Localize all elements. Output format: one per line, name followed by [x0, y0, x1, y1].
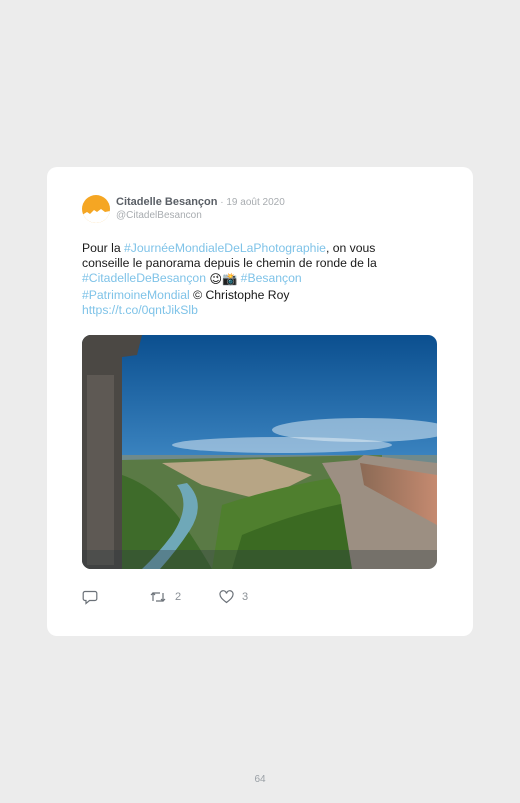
- like-button[interactable]: 3: [219, 590, 248, 604]
- avatar[interactable]: [82, 195, 110, 223]
- tweet-text: Pour la #JournéeMondialeDeLaPhotographie…: [82, 241, 422, 318]
- author-line: Citadelle Besançon · 19 août 2020: [116, 196, 285, 208]
- hashtag-link[interactable]: #CitadelleDeBesançon: [82, 271, 206, 285]
- tweet-url-link[interactable]: https://t.co/0qntJikSlb: [82, 303, 198, 317]
- author-handle[interactable]: @CitadelBesancon: [116, 210, 202, 221]
- retweet-icon: [150, 592, 166, 602]
- reply-button[interactable]: [82, 590, 98, 605]
- tweet-photo[interactable]: [82, 335, 437, 569]
- emoji-wink-camera: 😉📸: [209, 272, 238, 287]
- tweet-actions: 2 3: [82, 590, 382, 610]
- retweet-count: 2: [175, 591, 182, 603]
- tweet-date[interactable]: 19 août 2020: [226, 197, 284, 208]
- like-count: 3: [242, 591, 249, 603]
- hashtag-link[interactable]: #PatrimoineMondial: [82, 288, 190, 302]
- retweet-button[interactable]: 2: [149, 590, 181, 604]
- tweet-card: Citadelle Besançon · 19 août 2020 @Citad…: [47, 167, 473, 636]
- reply-icon: [82, 590, 98, 605]
- author-name[interactable]: Citadelle Besançon: [116, 196, 217, 208]
- page-number: 64: [254, 774, 266, 785]
- text-part: Pour la: [82, 241, 125, 255]
- photo-credit: © Christophe Roy: [193, 287, 290, 302]
- tweet-header: Citadelle Besançon · 19 août 2020 @Citad…: [82, 195, 443, 225]
- heart-icon: [219, 590, 234, 604]
- hashtag-link[interactable]: #Besançon: [241, 271, 302, 285]
- hashtag-link[interactable]: #JournéeMondialeDeLaPhotographie: [124, 241, 326, 255]
